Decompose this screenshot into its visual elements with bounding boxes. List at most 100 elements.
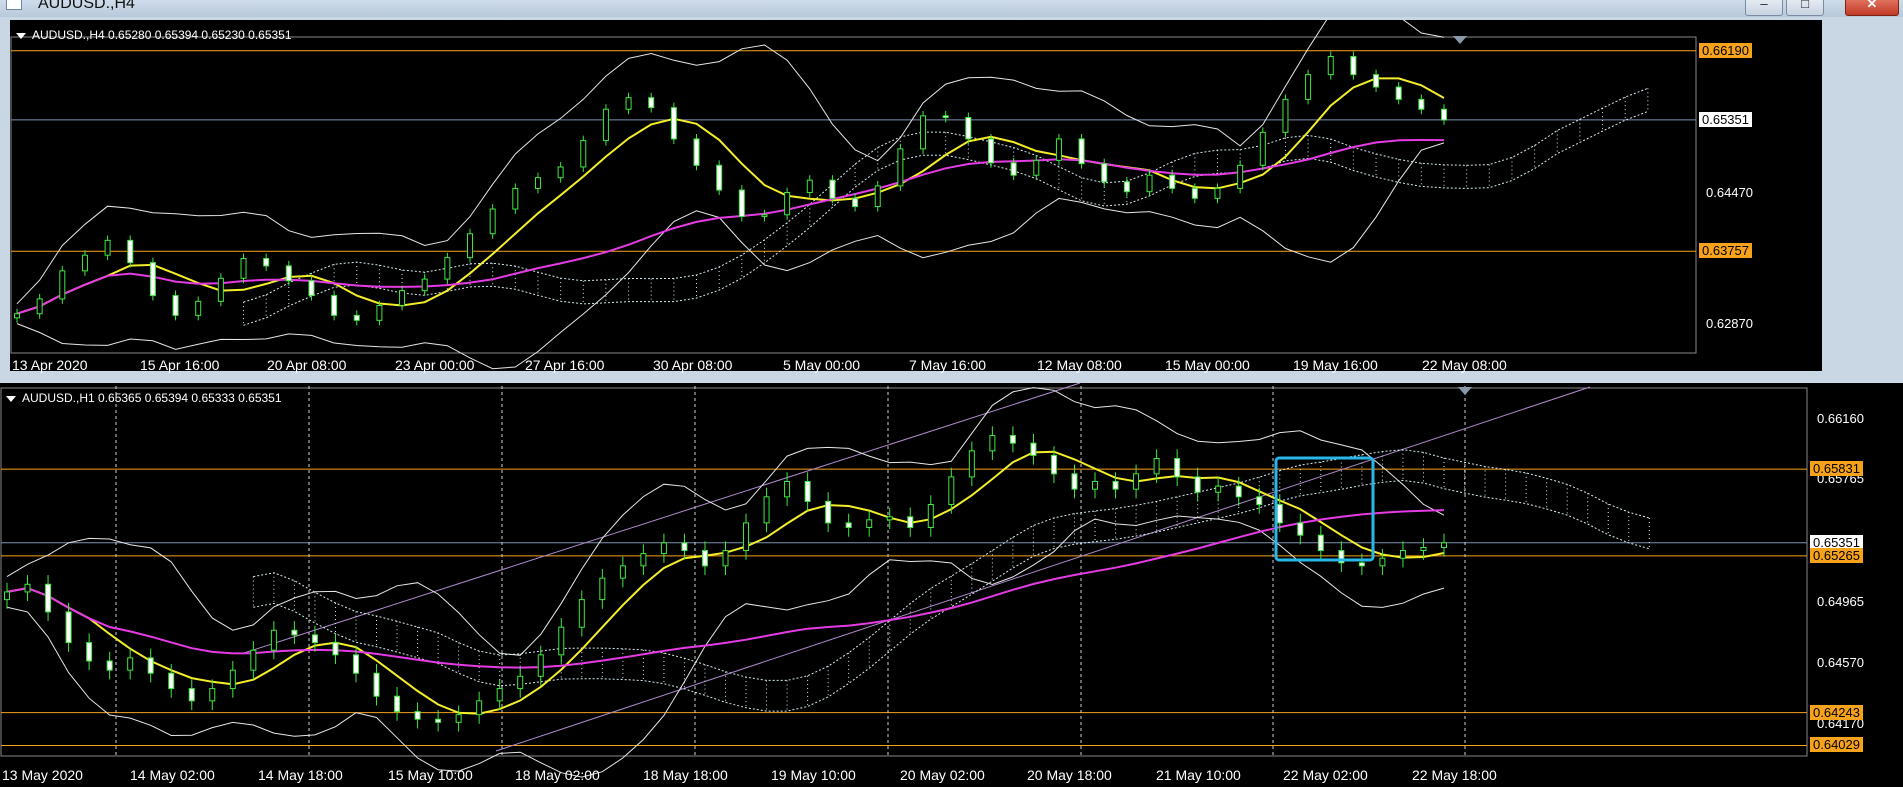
- bollinger-lower-band: [16, 142, 1445, 370]
- time-axis-label: 5 May 00:00: [783, 357, 861, 373]
- candle-body: [36, 298, 43, 315]
- time-axis-label: 22 May 18:00: [1412, 767, 1497, 783]
- candle-body: [467, 233, 474, 259]
- candle-body: [1030, 442, 1037, 456]
- candle-body: [291, 629, 298, 636]
- candle-body: [1395, 86, 1402, 100]
- candle-body: [147, 657, 154, 674]
- candle-body: [1327, 55, 1334, 76]
- candle-body: [1276, 504, 1283, 524]
- candle-body: [1399, 550, 1406, 559]
- ichimoku-span-b: [243, 110, 1649, 326]
- candle-body: [701, 550, 708, 567]
- close-button[interactable]: ✕: [1845, 0, 1899, 16]
- candle-body: [104, 239, 111, 256]
- candle-body: [1010, 162, 1017, 176]
- candle-body: [927, 504, 934, 529]
- candle-body: [920, 115, 927, 150]
- candle-body: [580, 140, 587, 168]
- chart-panel-h4[interactable]: AUDUSD.,H4 0.65280 0.65394 0.65230 0.653…: [10, 20, 1822, 373]
- candle-body: [648, 97, 655, 109]
- h4-symbol-header: AUDUSD.,H4 0.65280 0.65394 0.65230 0.653…: [16, 28, 292, 42]
- candle-body: [1305, 74, 1312, 100]
- candle-body: [625, 97, 632, 110]
- candle-body: [989, 434, 996, 452]
- candle-body: [45, 583, 52, 613]
- moving-average-magenta: [6, 509, 1445, 669]
- candle-body: [168, 672, 175, 690]
- time-axis-label: 30 Apr 08:00: [653, 357, 733, 373]
- candle-body: [1418, 98, 1425, 110]
- candle-body: [578, 599, 585, 628]
- candle-body: [149, 262, 156, 297]
- candle-body: [987, 138, 994, 164]
- candle-body: [1133, 473, 1140, 490]
- collapse-arrow-icon[interactable]: [16, 32, 26, 39]
- price-level-tag: 0.64243: [1810, 704, 1863, 720]
- candle-body: [738, 189, 745, 217]
- candle-body: [829, 179, 836, 199]
- time-axis-label: 15 May 10:00: [388, 767, 473, 783]
- candle-body: [948, 476, 955, 506]
- candle-body: [1237, 164, 1244, 189]
- minimize-button[interactable]: –: [1745, 0, 1783, 16]
- candle-body: [455, 714, 462, 723]
- candle-body: [845, 522, 852, 529]
- time-axis-label: 13 Apr 2020: [12, 357, 88, 373]
- candle-body: [619, 565, 626, 579]
- chart-panel-h1[interactable]: AUDUSD.,H1 0.65365 0.65394 0.65333 0.653…: [0, 383, 1903, 787]
- candle-body: [558, 626, 565, 656]
- candle-body: [784, 192, 791, 216]
- candle-body: [1282, 98, 1289, 133]
- candle-body: [1112, 481, 1119, 490]
- candle-body: [1259, 131, 1266, 166]
- candle-body: [825, 500, 832, 524]
- candle-body: [1379, 557, 1386, 567]
- candle-body: [1092, 481, 1099, 490]
- candle-body: [209, 688, 216, 702]
- candle-body: [127, 239, 134, 264]
- candle-body: [1078, 138, 1085, 165]
- candle-body: [496, 688, 503, 702]
- candle-body: [1050, 454, 1057, 475]
- candle-body: [308, 280, 315, 297]
- candle-body: [399, 290, 406, 306]
- candle-body: [537, 654, 544, 677]
- candle-body: [1071, 473, 1078, 490]
- maximize-button[interactable]: □: [1786, 0, 1824, 16]
- candle-body: [1441, 542, 1447, 548]
- candle-body: [852, 197, 859, 208]
- candle-body: [81, 254, 88, 272]
- candle-body: [1215, 485, 1222, 493]
- candle-body: [373, 672, 380, 697]
- candle-body: [476, 700, 483, 716]
- candle-body: [1146, 174, 1153, 193]
- time-axis-label: 13 May 2020: [2, 767, 83, 783]
- collapse-arrow-icon[interactable]: [6, 395, 16, 402]
- candle-body: [763, 496, 770, 524]
- h4-chart-canvas[interactable]: [10, 20, 1822, 371]
- candle-body: [897, 148, 904, 187]
- candle-body: [1009, 434, 1016, 444]
- time-axis-label: 18 May 18:00: [643, 767, 728, 783]
- close-icon: ✕: [1866, 0, 1878, 11]
- time-axis-label: 27 Apr 16:00: [525, 357, 605, 373]
- candle-body: [127, 657, 134, 671]
- candle-body: [331, 295, 338, 316]
- candle-body: [1358, 562, 1365, 567]
- candle-body: [86, 642, 93, 662]
- candle-body: [534, 177, 541, 189]
- price-level-tag: 0.65831: [1810, 461, 1863, 477]
- candle-body: [1256, 496, 1263, 506]
- h1-chart-canvas[interactable]: [0, 383, 1903, 787]
- candle-body: [874, 185, 881, 208]
- candle-body: [14, 313, 20, 319]
- trend-line: [495, 386, 1591, 752]
- price-axis-label: 0.66160: [1817, 410, 1864, 426]
- candle-body: [106, 660, 113, 671]
- candle-body: [602, 108, 609, 142]
- candle-body: [352, 654, 359, 674]
- shift-marker-icon: [1453, 36, 1467, 44]
- bollinger-upper-band: [6, 387, 1445, 656]
- candle-body: [270, 629, 277, 651]
